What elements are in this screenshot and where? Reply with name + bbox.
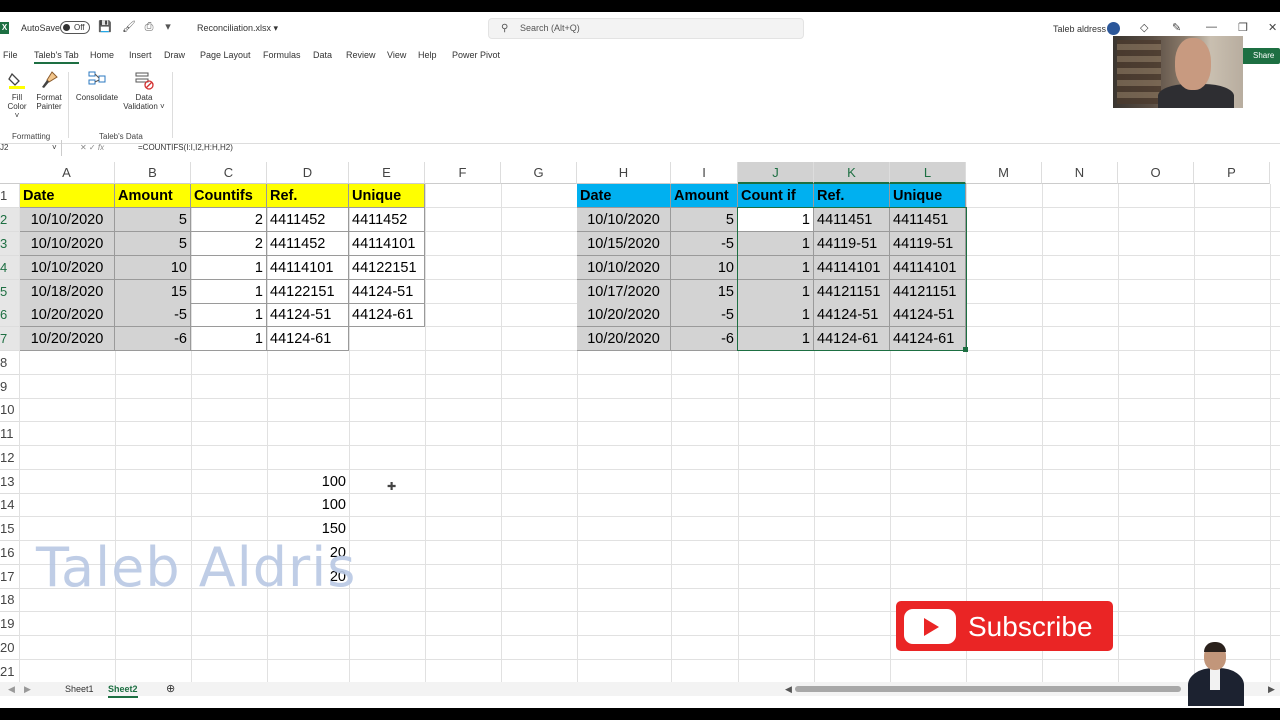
minimize-icon[interactable]: — bbox=[1206, 21, 1217, 33]
name-box[interactable]: J2 ˅ bbox=[0, 140, 62, 156]
search-box[interactable]: ⚲ Search (Alt+Q) bbox=[488, 18, 804, 39]
qat-customize-icon[interactable]: ▾ bbox=[162, 21, 174, 33]
save-icon[interactable]: 💾 bbox=[98, 21, 112, 33]
fill-label-1: Fill bbox=[11, 93, 23, 102]
tab-power-pivot[interactable]: Power Pivot bbox=[452, 50, 500, 60]
format-painter-qat-icon[interactable]: 🖌 bbox=[122, 21, 136, 33]
avatar[interactable] bbox=[1107, 22, 1120, 35]
sheet-tab-sheet2[interactable]: Sheet2 bbox=[108, 682, 138, 698]
next-sheet-icon[interactable]: ▶ bbox=[24, 682, 31, 696]
hair bbox=[1204, 642, 1226, 652]
autosave-label: AutoSave bbox=[21, 23, 61, 33]
ribbon-separator bbox=[172, 72, 173, 138]
prev-sheet-icon[interactable]: ◀ bbox=[8, 682, 15, 696]
scroll-right-icon[interactable]: ▶ bbox=[1268, 682, 1275, 696]
format-painter-label-2: Painter bbox=[36, 102, 62, 111]
horizontal-scrollbar[interactable] bbox=[795, 686, 1181, 692]
diamond-icon[interactable]: ◇ bbox=[1140, 21, 1148, 34]
print-icon[interactable]: ⎙ bbox=[143, 21, 155, 33]
formula-bar: J2 ˅ ✕ ✓ fx =COUNTIFS(I:I,I2,H:H,H2) bbox=[0, 140, 1280, 156]
add-sheet-icon[interactable]: ⊕ bbox=[166, 682, 175, 696]
restore-icon[interactable]: ❐ bbox=[1238, 21, 1248, 34]
format-painter-label-1: Format bbox=[36, 93, 62, 102]
subscribe-label: Subscribe bbox=[968, 611, 1093, 642]
ribbon-separator bbox=[68, 72, 69, 138]
tab-data[interactable]: Data bbox=[313, 50, 332, 60]
cursor-icon: ✚ bbox=[387, 481, 397, 493]
tab-file[interactable]: File bbox=[3, 50, 18, 60]
file-name[interactable]: Reconciliation.xlsx ▾ bbox=[197, 23, 278, 34]
tab-formulas[interactable]: Formulas bbox=[263, 50, 301, 60]
ribbon: Fill Color ˅ Format Painter Consolidate … bbox=[0, 66, 1280, 144]
tab-draw[interactable]: Draw bbox=[164, 50, 185, 60]
ribbon-tabs: File Taleb's Tab Home Insert Draw Page L… bbox=[0, 46, 1280, 66]
share-button[interactable]: Share bbox=[1240, 48, 1280, 64]
tab-insert[interactable]: Insert bbox=[129, 50, 152, 60]
data-validation-icon bbox=[135, 72, 154, 90]
user-name[interactable]: Taleb aldress bbox=[1053, 24, 1106, 34]
tab-talebs-tab[interactable]: Taleb's Tab bbox=[34, 50, 79, 64]
consolidate-label: Consolidate bbox=[75, 93, 119, 102]
shirt bbox=[1210, 668, 1220, 690]
title-bar: X AutoSave Off 💾 🖌 ⎙ ▾ Reconciliation.xl… bbox=[0, 12, 1280, 44]
scroll-left-icon[interactable]: ◀ bbox=[785, 682, 792, 696]
autosave-toggle[interactable]: Off bbox=[60, 21, 90, 34]
excel-logo-icon: X bbox=[0, 22, 9, 34]
formula-icons[interactable]: ✕ ✓ fx bbox=[80, 140, 104, 156]
youtube-play-icon bbox=[904, 609, 956, 644]
presenter-avatar bbox=[1184, 640, 1248, 706]
consolidate-button[interactable]: Consolidate bbox=[74, 70, 120, 102]
tab-help[interactable]: Help bbox=[418, 50, 437, 60]
data-validation-label-1: Data bbox=[135, 93, 153, 102]
format-painter-button[interactable]: Format Painter bbox=[34, 70, 64, 111]
paint-bucket-icon bbox=[8, 72, 25, 89]
fill-color-button[interactable]: Fill Color ˅ bbox=[4, 70, 30, 120]
consolidate-icon bbox=[88, 71, 106, 85]
watermark-text: Taleb Aldris bbox=[36, 536, 357, 599]
presenter-face bbox=[1175, 38, 1211, 90]
tab-home[interactable]: Home bbox=[90, 50, 114, 60]
subscribe-button[interactable]: Subscribe bbox=[896, 601, 1113, 651]
tab-review[interactable]: Review bbox=[346, 50, 376, 60]
fill-label-2: Color ˅ bbox=[7, 102, 27, 120]
close-icon[interactable]: ✕ bbox=[1268, 21, 1277, 34]
formula-input[interactable]: =COUNTIFS(I:I,I2,H:H,H2) bbox=[138, 140, 233, 156]
tab-page-layout[interactable]: Page Layout bbox=[200, 50, 251, 60]
search-placeholder: Search (Alt+Q) bbox=[520, 23, 580, 33]
tab-view[interactable]: View bbox=[387, 50, 406, 60]
data-validation-button[interactable]: Data Validation ˅ bbox=[122, 70, 166, 111]
sheet-tab-sheet1[interactable]: Sheet1 bbox=[65, 682, 94, 696]
webcam-overlay bbox=[1113, 36, 1243, 108]
bookshelf bbox=[1117, 40, 1161, 104]
data-validation-label-2: Validation ˅ bbox=[123, 102, 165, 111]
pen-icon[interactable]: ✎ bbox=[1172, 21, 1181, 34]
search-icon: ⚲ bbox=[501, 23, 509, 34]
paintbrush-icon bbox=[42, 71, 58, 88]
